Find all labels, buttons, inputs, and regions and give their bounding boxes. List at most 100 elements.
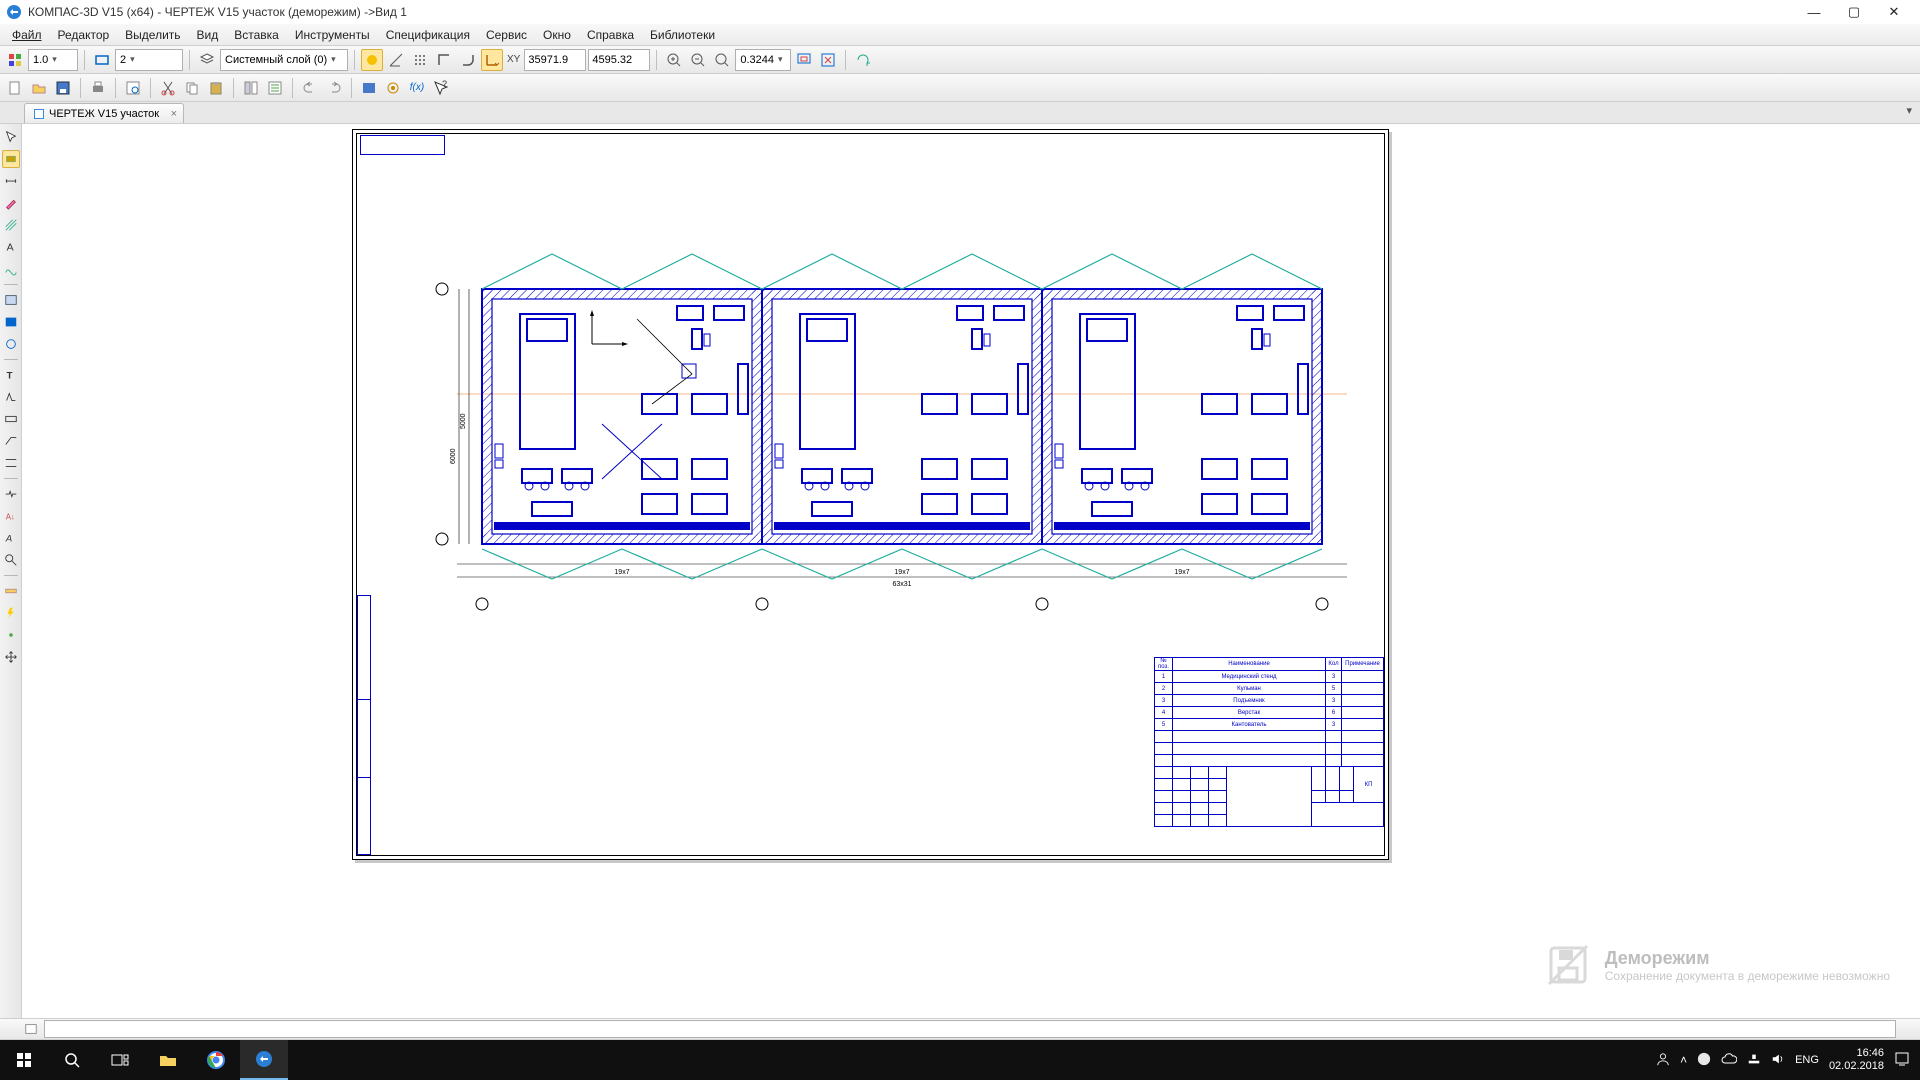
edit-tool-icon[interactable] xyxy=(2,194,20,212)
geometry-tool-icon[interactable] xyxy=(2,150,20,168)
tray-network-icon[interactable] xyxy=(1747,1052,1761,1069)
zoom-value-icon[interactable] xyxy=(711,49,733,71)
break-tool-icon[interactable] xyxy=(2,485,20,503)
cut-btn[interactable] xyxy=(157,77,179,99)
lib-mgr-btn[interactable] xyxy=(358,77,380,99)
text2-tool-icon[interactable]: T xyxy=(2,366,20,384)
properties-btn[interactable] xyxy=(240,77,262,99)
config-btn[interactable] xyxy=(382,77,404,99)
save-btn[interactable] xyxy=(52,77,74,99)
search-button[interactable] xyxy=(48,1040,96,1080)
tray-clock[interactable]: 16:46 02.02.2018 xyxy=(1829,1047,1884,1073)
layer-combo[interactable]: Системный слой (0) xyxy=(220,49,348,71)
view-icon[interactable] xyxy=(91,49,113,71)
var-btn[interactable]: f(x) xyxy=(406,77,428,99)
side-toolbar: A T A↓ A xyxy=(0,124,22,1018)
tray-steam-icon[interactable] xyxy=(1697,1052,1711,1069)
open-btn[interactable] xyxy=(28,77,50,99)
spec-tool-icon[interactable] xyxy=(2,313,20,331)
whats-this-btn[interactable]: ? xyxy=(430,77,452,99)
tray-people-icon[interactable] xyxy=(1656,1052,1670,1069)
text-tool-icon[interactable]: A xyxy=(2,238,20,256)
tray-chevron-icon[interactable]: ˄ xyxy=(1680,1053,1687,1067)
angle-btn[interactable] xyxy=(385,49,407,71)
menu-editor[interactable]: Редактор xyxy=(50,26,118,44)
zoom-combo[interactable]: 0.3244 xyxy=(735,49,791,71)
round-btn[interactable] xyxy=(457,49,479,71)
kompas-button[interactable] xyxy=(240,1040,288,1080)
menu-help[interactable]: Справка xyxy=(579,26,642,44)
menu-insert[interactable]: Вставка xyxy=(226,26,287,44)
system-tray: ˄ ENG 16:46 02.02.2018 xyxy=(1646,1047,1920,1073)
dimension-tool-icon[interactable] xyxy=(2,172,20,190)
report-tool-icon[interactable] xyxy=(2,335,20,353)
current-state-icon[interactable] xyxy=(4,49,26,71)
tray-notifications-icon[interactable] xyxy=(1894,1051,1910,1070)
canvas[interactable]: 19x7 19x7 19x7 63x31 6000 5000 xyxy=(22,124,1920,1018)
new-btn[interactable] xyxy=(4,77,26,99)
taskview-button[interactable] xyxy=(96,1040,144,1080)
menu-file[interactable]: Файл xyxy=(4,26,50,44)
lcs-btn[interactable] xyxy=(481,49,503,71)
align-tool-icon[interactable]: A↓ xyxy=(2,507,20,525)
menu-libraries[interactable]: Библиотеки xyxy=(642,26,723,44)
zoom-out-btn[interactable] xyxy=(687,49,709,71)
menu-view[interactable]: Вид xyxy=(189,26,227,44)
roughness-tool-icon[interactable] xyxy=(2,388,20,406)
flash-tool-icon[interactable] xyxy=(2,604,20,622)
chrome-button[interactable] xyxy=(192,1040,240,1080)
undo-btn[interactable] xyxy=(299,77,321,99)
preview-btn[interactable] xyxy=(122,77,144,99)
zoom-window-btn[interactable] xyxy=(793,49,815,71)
tab-close-icon[interactable]: × xyxy=(171,108,177,120)
titlebar: КОМПАС-3D V15 (x64) - ЧЕРТЕЖ V15 участок… xyxy=(0,0,1920,24)
select-tool-icon[interactable] xyxy=(2,128,20,146)
curve-tool-icon[interactable] xyxy=(2,260,20,278)
balloon-tool-icon[interactable] xyxy=(2,551,20,569)
svg-text:T: T xyxy=(6,371,12,382)
tray-volume-icon[interactable] xyxy=(1771,1052,1785,1069)
maximize-button[interactable]: ▢ xyxy=(1834,1,1874,23)
measure-tool-icon[interactable] xyxy=(2,582,20,600)
menu-service[interactable]: Сервис xyxy=(478,26,535,44)
zoom-fit-btn[interactable] xyxy=(817,49,839,71)
sheet-left-stub xyxy=(357,595,371,855)
menu-window[interactable]: Окно xyxy=(535,26,579,44)
tree-btn[interactable] xyxy=(264,77,286,99)
tray-cloud-icon[interactable] xyxy=(1721,1053,1737,1068)
tol-tool-icon[interactable] xyxy=(2,410,20,428)
zoom-in-btn[interactable] xyxy=(663,49,685,71)
refresh-btn[interactable] xyxy=(852,49,874,71)
move-tool-icon[interactable] xyxy=(2,648,20,666)
param-tool-icon[interactable] xyxy=(2,626,20,644)
tab-list-button[interactable]: ▾ xyxy=(1906,104,1912,117)
style-btn[interactable] xyxy=(361,49,383,71)
scale-combo[interactable]: 1.0 xyxy=(28,49,78,71)
layer-icon[interactable] xyxy=(196,49,218,71)
coord-x-input[interactable] xyxy=(524,49,586,71)
tray-lang[interactable]: ENG xyxy=(1795,1054,1819,1066)
linedim-tool-icon[interactable] xyxy=(2,454,20,472)
doc-tab[interactable]: ЧЕРТЕЖ V15 участок × xyxy=(24,103,184,123)
command-input[interactable] xyxy=(44,1020,1896,1038)
close-button[interactable]: ✕ xyxy=(1874,1,1914,23)
minimize-button[interactable]: — xyxy=(1794,1,1834,23)
coord-y-input[interactable] xyxy=(588,49,650,71)
toolbar-2: f(x) ? xyxy=(0,74,1920,102)
menu-select[interactable]: Выделить xyxy=(117,26,188,44)
menu-tools[interactable]: Инструменты xyxy=(287,26,378,44)
start-button[interactable] xyxy=(0,1040,48,1080)
paste-btn[interactable] xyxy=(205,77,227,99)
explorer-button[interactable] xyxy=(144,1040,192,1080)
font-tool-icon[interactable]: A xyxy=(2,529,20,547)
print-btn[interactable] xyxy=(87,77,109,99)
ortho-btn[interactable] xyxy=(433,49,455,71)
copy-btn[interactable] xyxy=(181,77,203,99)
table-tool-icon[interactable] xyxy=(2,291,20,309)
grid-btn[interactable] xyxy=(409,49,431,71)
redo-btn[interactable] xyxy=(323,77,345,99)
menu-spec[interactable]: Спецификация xyxy=(378,26,478,44)
view-combo[interactable]: 2 xyxy=(115,49,183,71)
leader-tool-icon[interactable] xyxy=(2,432,20,450)
hatch-tool-icon[interactable] xyxy=(2,216,20,234)
